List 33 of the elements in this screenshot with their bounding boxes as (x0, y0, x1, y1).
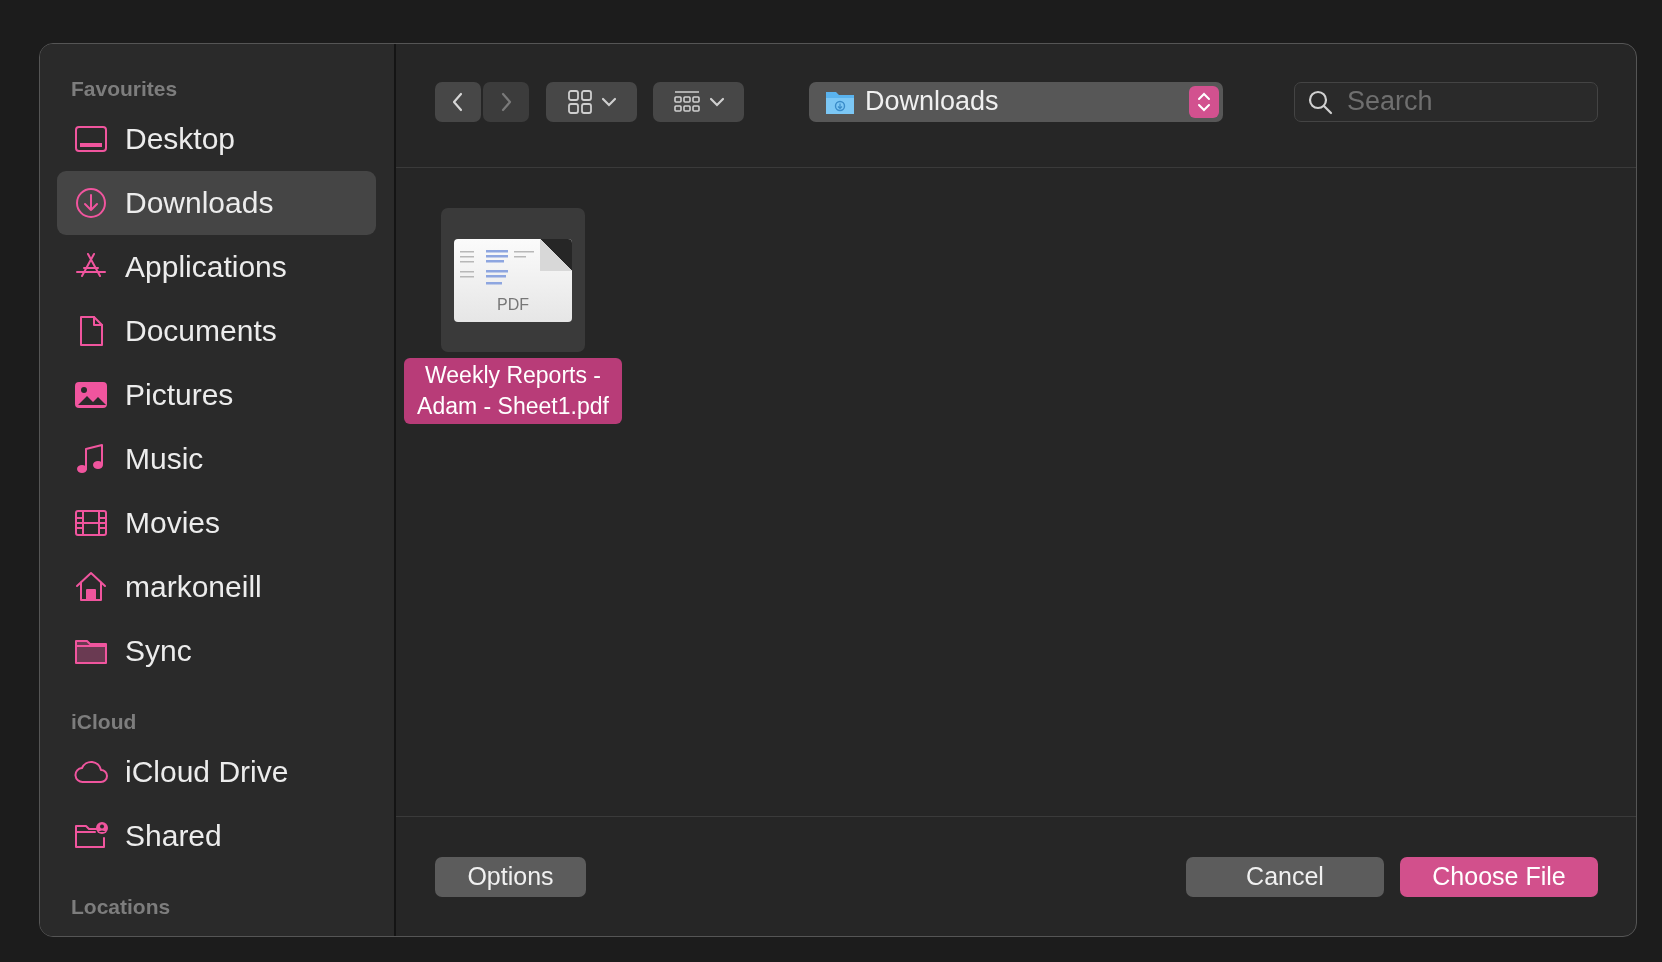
sidebar-item[interactable]: Documents (57, 299, 376, 363)
sidebar-item[interactable]: iCloud Drive (57, 740, 376, 804)
dialog-button[interactable]: Cancel (1186, 856, 1384, 897)
section-header: Favourites (70, 76, 179, 102)
chevron-down-icon (707, 95, 726, 108)
sidebar-item[interactable]: Desktop (57, 107, 376, 171)
sidebar-item[interactable]: Pictures (57, 363, 376, 427)
file-thumbnail[interactable]: PDF (441, 208, 585, 352)
stepper-icon (1189, 85, 1219, 118)
sidebar-item[interactable]: Downloads (57, 171, 376, 235)
sidebar-item[interactable]: Applications (57, 235, 376, 299)
dialog-button[interactable]: Choose File (1400, 856, 1598, 897)
group-view-button[interactable] (653, 81, 744, 122)
grouped-grid-icon (671, 88, 702, 115)
section-header: Locations (70, 894, 172, 920)
search-field[interactable]: Search (1294, 81, 1598, 122)
sidebar-item[interactable]: Sync (57, 619, 376, 683)
sidebar-item[interactable]: Shared (57, 804, 376, 868)
download-icon (74, 186, 108, 220)
sidebar-item[interactable]: markoneill (57, 555, 376, 619)
back-button[interactable] (435, 81, 481, 122)
chevron-down-icon (599, 95, 618, 108)
section-header: iCloud (70, 709, 138, 735)
location-popup[interactable]: Downloads (809, 81, 1223, 122)
file-name[interactable]: Weekly Reports - Adam - Sheet1.pdf (404, 358, 622, 424)
grid-icon (565, 88, 594, 115)
sidebar-item[interactable]: Music (57, 427, 376, 491)
icon-view-button[interactable] (546, 81, 637, 122)
home-icon (74, 570, 108, 604)
search-icon (1307, 88, 1333, 115)
sidebar-item[interactable]: Movies (57, 491, 376, 555)
pdf-document-icon: PDF (454, 238, 572, 322)
dialog-button[interactable]: Options (435, 856, 586, 897)
